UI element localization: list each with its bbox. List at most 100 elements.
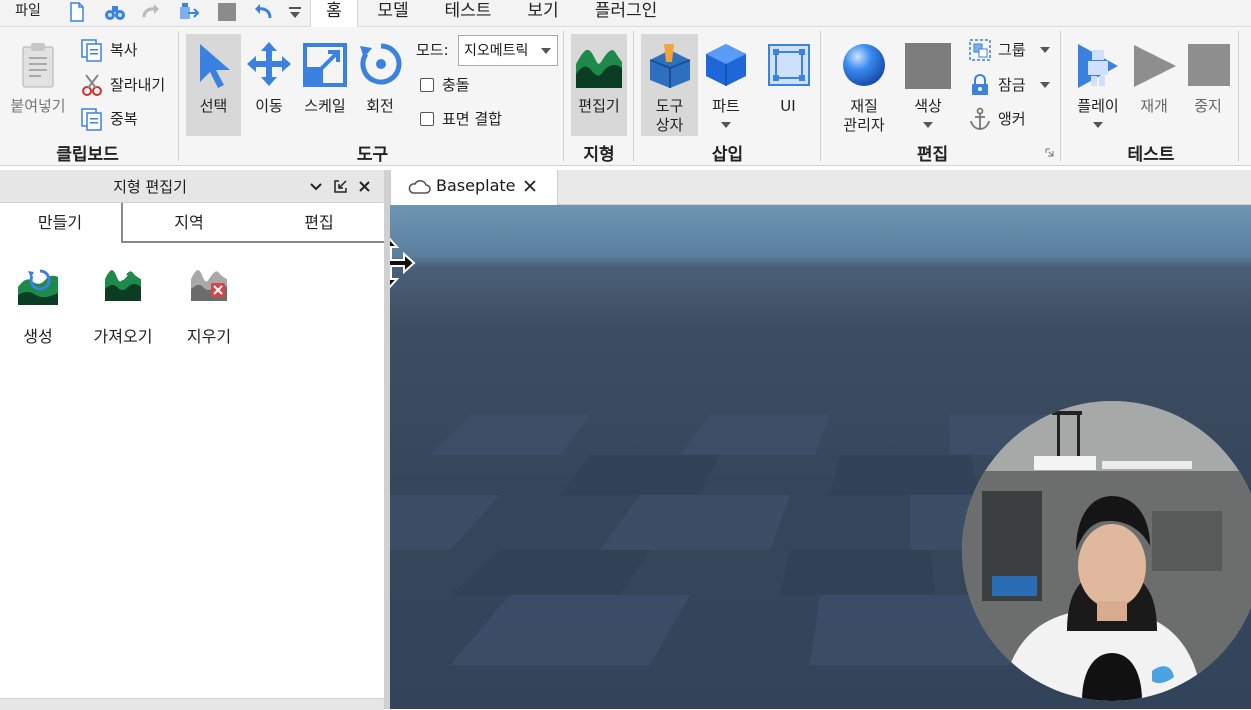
export-icon[interactable] bbox=[178, 1, 200, 23]
toolbox-icon bbox=[649, 44, 691, 88]
new-file-icon[interactable] bbox=[66, 1, 88, 23]
document-tab-label: Baseplate bbox=[436, 176, 516, 195]
customize-chevron-icon[interactable] bbox=[284, 1, 306, 23]
tab-test[interactable]: 테스트 bbox=[436, 0, 500, 26]
anchor-label: 앵커 bbox=[998, 110, 1026, 128]
lock-button[interactable]: 잠금 bbox=[968, 73, 1053, 97]
clear-label: 지우기 bbox=[186, 327, 232, 346]
mode-dropdown[interactable]: 지오메트릭 bbox=[458, 35, 558, 66]
color-button[interactable]: 색상 bbox=[900, 34, 956, 136]
material-label-line1: 재질 bbox=[850, 97, 878, 115]
material-manager-button[interactable]: 재질 관리자 bbox=[832, 34, 896, 136]
tab-create[interactable]: 만들기 bbox=[0, 203, 120, 247]
redo-icon[interactable] bbox=[140, 1, 162, 23]
move-tool-button[interactable]: 이동 bbox=[244, 34, 294, 134]
group-button[interactable]: 그룹 bbox=[968, 38, 1053, 62]
collisions-label: 충돌 bbox=[442, 76, 470, 94]
resume-label: 재개 bbox=[1140, 97, 1168, 115]
tab-region[interactable]: 지역 bbox=[124, 203, 254, 243]
cloud-icon bbox=[408, 180, 431, 194]
chevron-down-icon bbox=[541, 48, 551, 54]
copy-button[interactable]: 복사 bbox=[80, 38, 170, 62]
play-triangle-icon bbox=[1134, 45, 1176, 87]
paste-button[interactable]: 붙여넣기 bbox=[4, 35, 72, 131]
cut-label: 잘라내기 bbox=[110, 76, 166, 94]
mode-label: 모드: bbox=[416, 41, 449, 59]
tab-plugins[interactable]: 플러그인 bbox=[586, 0, 666, 26]
ui-button[interactable]: UI bbox=[762, 34, 814, 136]
collisions-checkbox[interactable] bbox=[420, 78, 434, 92]
terrain-generate-icon bbox=[18, 269, 58, 305]
undock-icon[interactable] bbox=[333, 179, 348, 194]
panel-tab-strip: 만들기 지역 편집 bbox=[0, 203, 386, 247]
menu-bar: 파일 홈 모델 테스트 보기 플러그인 bbox=[0, 0, 1251, 28]
chevron-down-icon[interactable] bbox=[1093, 122, 1103, 128]
document-tab-baseplate[interactable]: Baseplate bbox=[390, 170, 558, 205]
ribbon: 붙여넣기 복사 잘라내기 중복 클립보드 선택 이동 스케일 회전 모드: 지오… bbox=[0, 27, 1251, 166]
move-label: 이동 bbox=[255, 97, 283, 115]
toolbox-label-line1: 도구 bbox=[655, 97, 684, 115]
paste-label: 붙여넣기 bbox=[10, 97, 66, 115]
tab-view[interactable]: 보기 bbox=[518, 0, 568, 26]
insert-group-label: 삽입 bbox=[711, 145, 744, 165]
webcam-overlay bbox=[962, 401, 1251, 701]
stop-square-icon[interactable] bbox=[216, 1, 238, 23]
resume-button[interactable]: 재개 bbox=[1128, 34, 1180, 136]
chevron-down-icon[interactable] bbox=[309, 180, 323, 194]
collisions-checkbox-row[interactable]: 충돌 bbox=[418, 73, 508, 97]
file-menu[interactable]: 파일 bbox=[4, 0, 52, 26]
chevron-down-icon[interactable] bbox=[1040, 47, 1050, 53]
cut-button[interactable]: 잘라내기 bbox=[80, 73, 175, 97]
presenter-video bbox=[962, 401, 1251, 701]
chevron-down-icon[interactable] bbox=[923, 122, 933, 128]
tab-model[interactable]: 모델 bbox=[368, 0, 418, 26]
lock-icon bbox=[972, 74, 988, 95]
binoculars-icon[interactable] bbox=[104, 1, 126, 23]
mode-dropdown-value: 지오메트릭 bbox=[464, 43, 529, 59]
dialog-launcher-icon[interactable] bbox=[1045, 148, 1054, 157]
join-surfaces-checkbox[interactable] bbox=[420, 112, 434, 126]
part-button[interactable]: 파트 bbox=[700, 34, 752, 136]
toolbox-button[interactable]: 도구 상자 bbox=[641, 34, 698, 136]
cursor-arrow-icon bbox=[200, 44, 230, 88]
chevron-down-icon[interactable] bbox=[721, 122, 731, 128]
close-icon[interactable] bbox=[358, 180, 371, 193]
undo-icon[interactable] bbox=[252, 1, 274, 23]
group-divider bbox=[633, 31, 634, 161]
rotate-tool-button[interactable]: 회전 bbox=[355, 34, 405, 134]
test-group-label: 테스트 bbox=[1127, 145, 1175, 165]
terrain-editor-button[interactable]: 편집기 bbox=[571, 34, 627, 136]
lock-label: 잠금 bbox=[998, 76, 1026, 94]
clipboard-paste-icon bbox=[22, 43, 54, 88]
panel-footer bbox=[0, 698, 384, 710]
tools-group-label: 도구 bbox=[356, 145, 389, 165]
material-label-line2: 관리자 bbox=[843, 116, 885, 134]
join-surfaces-checkbox-row[interactable]: 표면 결합 bbox=[418, 107, 528, 131]
color-swatch-icon bbox=[905, 43, 951, 89]
play-button[interactable]: 플레이 bbox=[1068, 34, 1128, 136]
chevron-down-icon[interactable] bbox=[1040, 82, 1050, 88]
stop-button[interactable]: 중지 bbox=[1182, 34, 1234, 136]
group-divider bbox=[1238, 31, 1239, 161]
rotate-label: 회전 bbox=[366, 97, 394, 115]
move-arrows-icon bbox=[247, 42, 291, 86]
group-divider bbox=[563, 31, 564, 161]
anchor-button[interactable]: 앵커 bbox=[968, 107, 1038, 131]
panel-title: 지형 편집기 bbox=[113, 178, 187, 196]
group-label: 그룹 bbox=[998, 41, 1026, 59]
close-icon[interactable] bbox=[524, 180, 536, 192]
tab-home[interactable]: 홈 bbox=[310, 0, 358, 28]
resize-cursor-icon bbox=[390, 237, 416, 289]
select-tool-button[interactable]: 선택 bbox=[186, 34, 241, 136]
part-label: 파트 bbox=[712, 97, 740, 115]
terrain-icon bbox=[576, 49, 622, 88]
import-label: 가져오기 bbox=[93, 327, 153, 346]
scale-tool-button[interactable]: 스케일 bbox=[298, 34, 352, 134]
tab-edit[interactable]: 편집 bbox=[254, 203, 384, 243]
terrain-editor-label: 편집기 bbox=[578, 97, 620, 115]
document-tab-strip: Baseplate bbox=[390, 170, 1251, 205]
group-divider bbox=[1060, 31, 1061, 161]
duplicate-button[interactable]: 중복 bbox=[80, 107, 170, 131]
edit-group-label: 편집 bbox=[916, 145, 949, 165]
ui-label: UI bbox=[780, 97, 796, 115]
